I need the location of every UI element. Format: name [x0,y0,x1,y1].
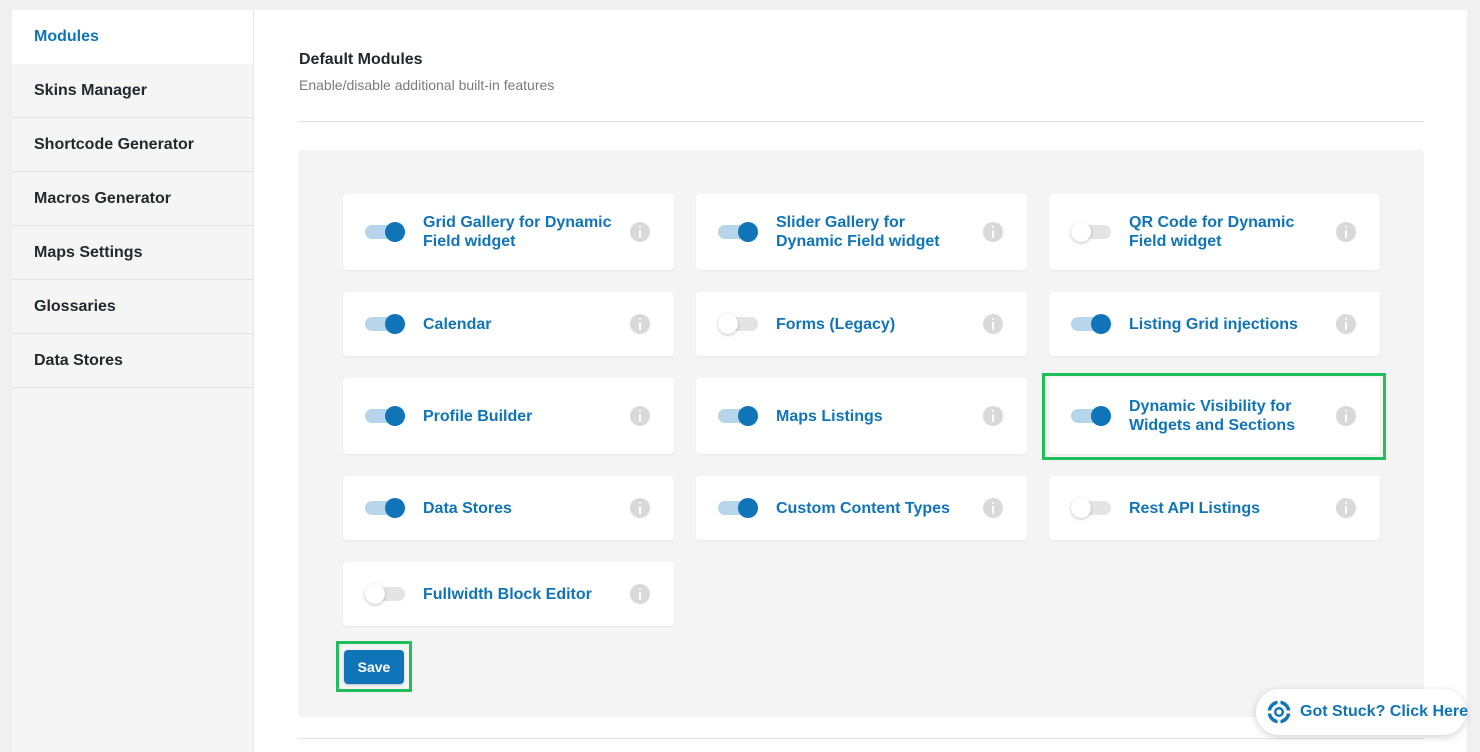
info-icon[interactable] [630,222,650,242]
section-description: Enable/disable additional built-in featu… [299,77,555,93]
module-card[interactable]: Calendar [343,292,674,356]
save-button[interactable]: Save [344,650,404,684]
divider [298,121,1424,122]
module-label: Data Stores [423,499,512,517]
module-card[interactable]: Rest API Listings [1049,476,1380,540]
info-icon[interactable] [1336,406,1356,426]
toggle-knob [1091,406,1111,426]
lifebuoy-icon [1266,699,1292,725]
module-card[interactable]: Custom Content Types [696,476,1027,540]
module-toggle[interactable] [1071,314,1111,334]
toggle-knob [1091,314,1111,334]
info-icon[interactable] [630,314,650,334]
help-label: Got Stuck? Click Here [1300,703,1469,720]
module-toggle[interactable] [718,222,758,242]
module-card[interactable]: Data Stores [343,476,674,540]
module-toggle[interactable] [365,584,405,604]
sidebar-item-glossaries[interactable]: Glossaries [12,280,253,334]
info-icon[interactable] [630,406,650,426]
module-label: Listing Grid injections [1129,315,1298,333]
module-toggle[interactable] [718,314,758,334]
module-label: Calendar [423,315,492,333]
section-title: Default Modules [299,51,423,68]
module-card[interactable]: Maps Listings [696,378,1027,454]
divider [298,738,1424,739]
module-toggle[interactable] [1071,498,1111,518]
module-card[interactable]: Dynamic Visibility for Widgets and Secti… [1049,378,1380,454]
module-card[interactable]: Grid Gallery for Dynamic Field widget [343,194,674,270]
info-icon[interactable] [983,314,1003,334]
module-card[interactable]: Slider Gallery for Dynamic Field widget [696,194,1027,270]
toggle-knob [385,222,405,242]
info-icon[interactable] [630,584,650,604]
info-icon[interactable] [1336,222,1356,242]
help-button[interactable]: Got Stuck? Click Here [1256,689,1469,735]
toggle-knob [738,498,758,518]
sidebar-item-maps-settings[interactable]: Maps Settings [12,226,253,280]
sidebar-item-data-stores[interactable]: Data Stores [12,334,253,388]
module-toggle[interactable] [1071,406,1111,426]
module-label: Custom Content Types [776,499,950,517]
module-label: QR Code for Dynamic Field widget [1129,214,1295,250]
module-toggle[interactable] [365,314,405,334]
module-card[interactable]: Fullwidth Block Editor [343,562,674,626]
module-label: Fullwidth Block Editor [423,585,592,603]
toggle-knob [385,314,405,334]
module-label: Profile Builder [423,407,533,425]
module-card[interactable]: QR Code for Dynamic Field widget [1049,194,1380,270]
toggle-knob [738,406,758,426]
module-label: Grid Gallery for Dynamic Field widget [423,214,612,250]
info-icon[interactable] [983,498,1003,518]
toggle-knob [738,222,758,242]
module-label: Maps Listings [776,407,883,425]
module-toggle[interactable] [365,406,405,426]
info-icon[interactable] [1336,498,1356,518]
info-icon[interactable] [1336,314,1356,334]
sidebar-item-modules[interactable]: Modules [12,10,253,64]
module-label: Forms (Legacy) [776,315,896,333]
toggle-knob [385,406,405,426]
toggle-knob [365,584,385,604]
module-label: Dynamic Visibility for Widgets and Secti… [1129,398,1296,434]
sidebar-item-shortcode-generator[interactable]: Shortcode Generator [12,118,253,172]
module-card[interactable]: Listing Grid injections [1049,292,1380,356]
module-label: Slider Gallery for Dynamic Field widget [776,214,940,250]
module-toggle[interactable] [1071,222,1111,242]
info-icon[interactable] [983,406,1003,426]
module-toggle[interactable] [718,406,758,426]
sidebar-item-skins-manager[interactable]: Skins Manager [12,64,253,118]
module-label: Rest API Listings [1129,499,1260,517]
module-toggle[interactable] [365,222,405,242]
module-card[interactable]: Forms (Legacy) [696,292,1027,356]
settings-sidebar: Modules Skins Manager Shortcode Generato… [12,10,254,752]
info-icon[interactable] [983,222,1003,242]
toggle-knob [1071,222,1091,242]
toggle-knob [718,314,738,334]
toggle-knob [385,498,405,518]
info-icon[interactable] [630,498,650,518]
toggle-knob [1071,498,1091,518]
module-card[interactable]: Profile Builder [343,378,674,454]
module-toggle[interactable] [718,498,758,518]
sidebar-item-macros-generator[interactable]: Macros Generator [12,172,253,226]
module-toggle[interactable] [365,498,405,518]
